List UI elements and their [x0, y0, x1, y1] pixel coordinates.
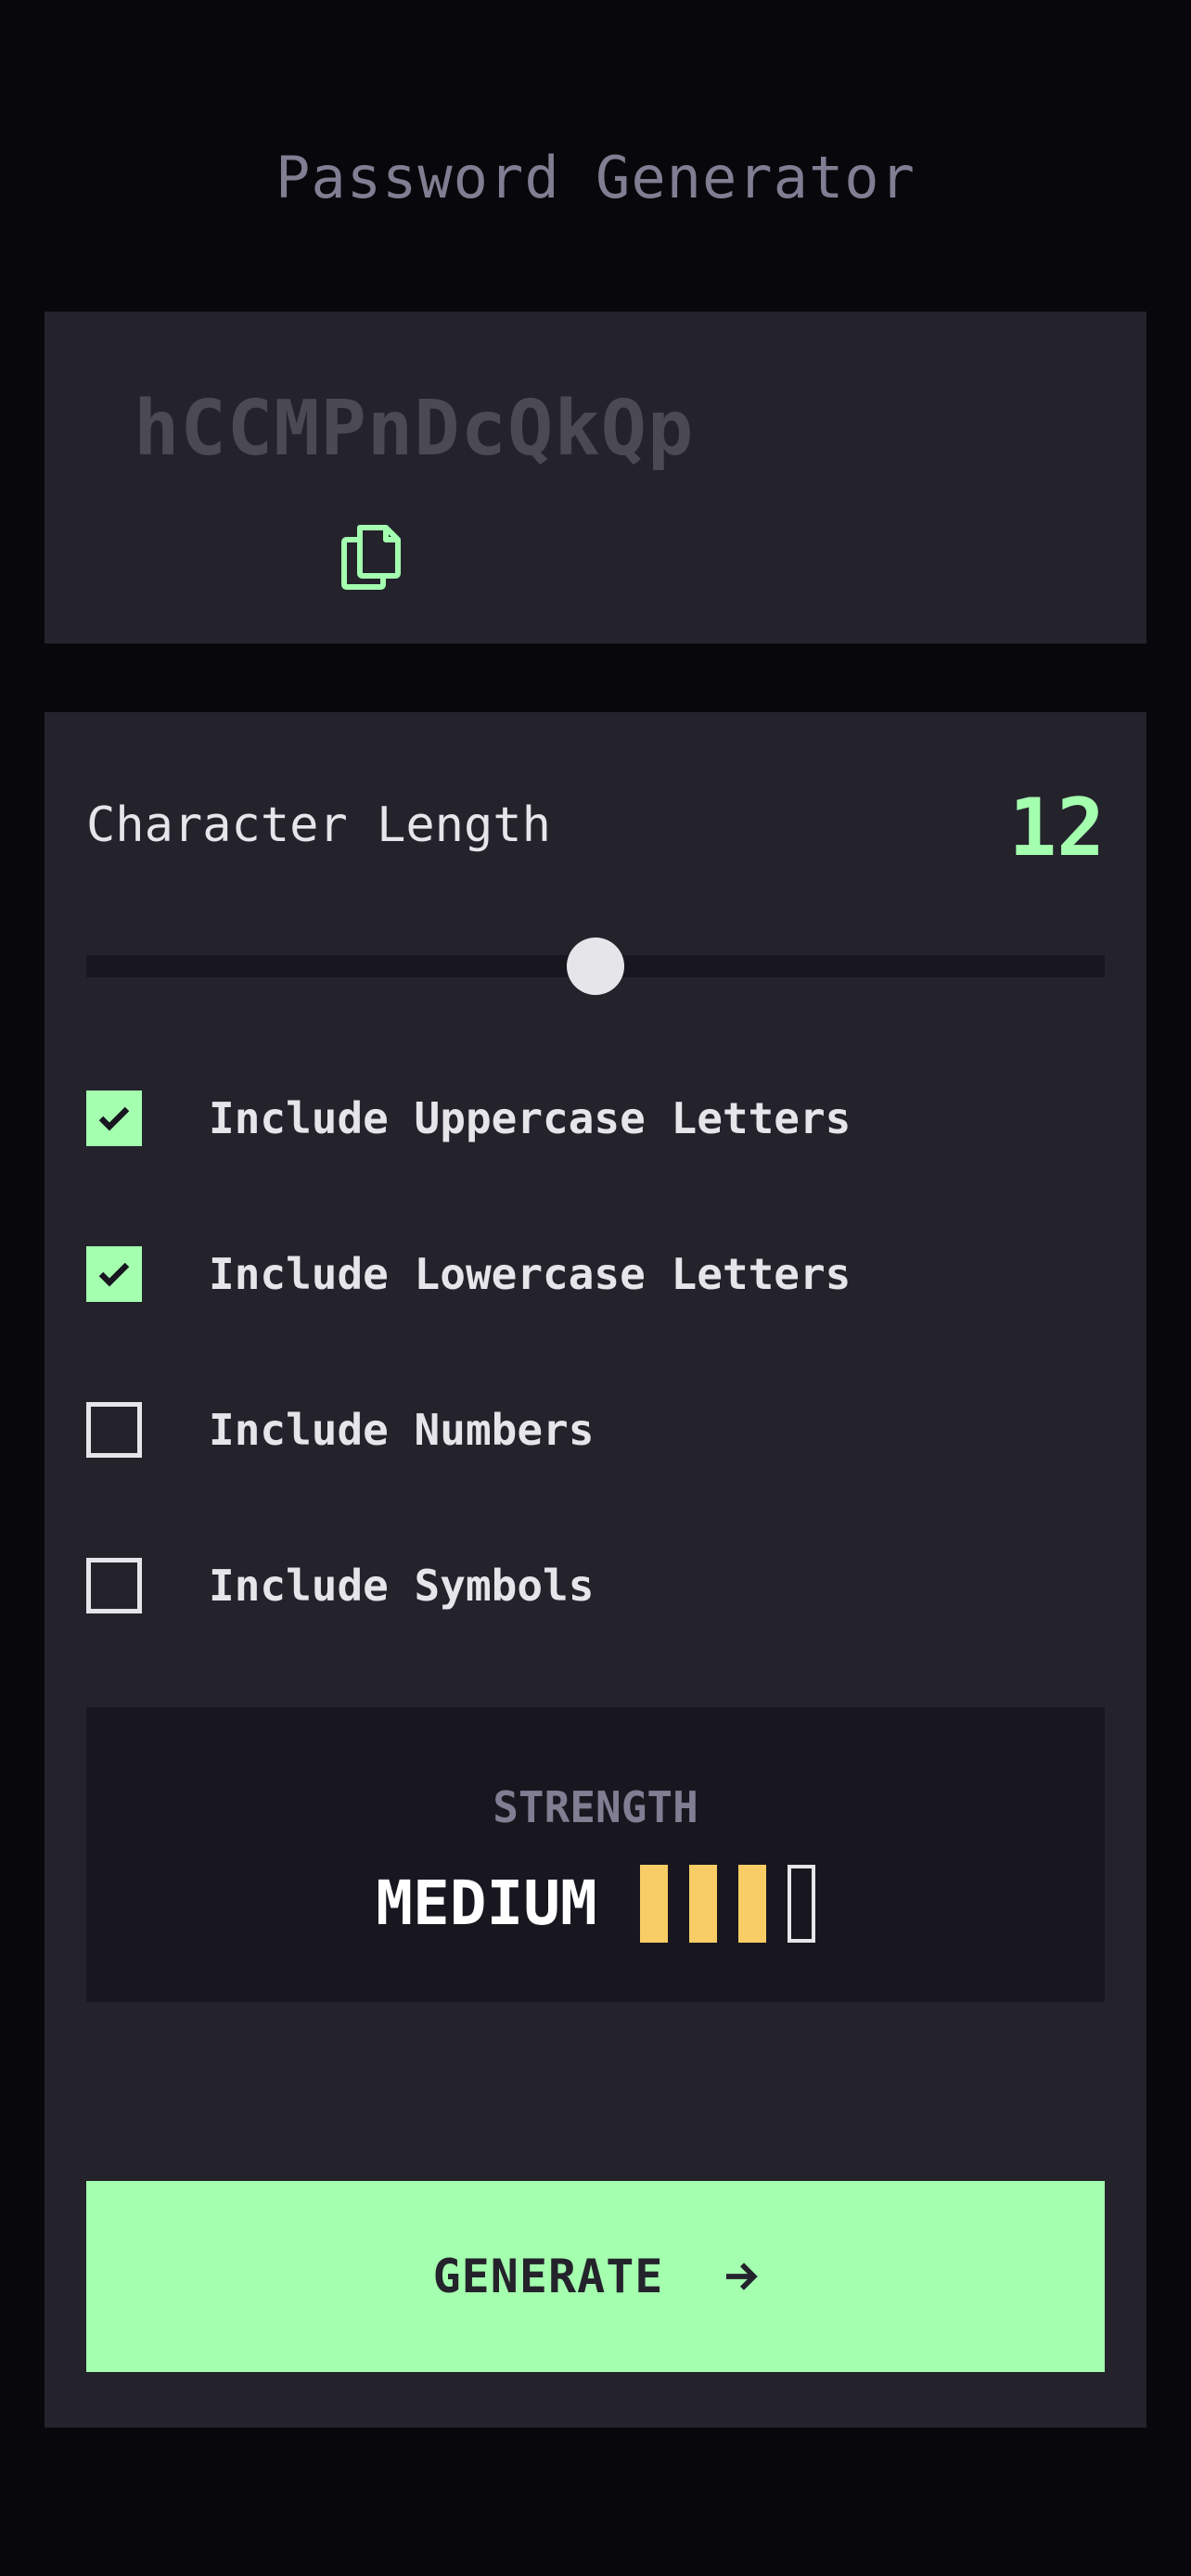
- lowercase-checkbox[interactable]: [86, 1246, 142, 1302]
- strength-bars: [639, 1865, 815, 1943]
- generate-button[interactable]: GENERATE: [86, 2181, 1105, 2372]
- copy-icon: [341, 525, 401, 590]
- check-icon: [98, 1106, 130, 1131]
- page-title: Password Generator: [275, 144, 916, 211]
- strength-bar: [737, 1865, 766, 1943]
- strength-bar: [787, 1865, 815, 1943]
- settings-panel: Character Length 12 Include Uppercase Le…: [45, 712, 1146, 2428]
- check-icon: [98, 1262, 130, 1287]
- strength-bar: [639, 1865, 668, 1943]
- option-symbols[interactable]: Include Symbols: [86, 1557, 594, 1614]
- generate-label: GENERATE: [432, 2250, 664, 2303]
- arrow-right-icon: [726, 2263, 759, 2290]
- lowercase-label: Include Lowercase Letters: [209, 1249, 852, 1299]
- uppercase-checkbox[interactable]: [86, 1090, 142, 1146]
- strength-row: MEDIUM: [86, 1865, 1105, 1943]
- option-uppercase[interactable]: Include Uppercase Letters: [86, 1090, 851, 1147]
- symbols-checkbox[interactable]: [86, 1558, 142, 1613]
- strength-label: STRENGTH: [493, 1782, 698, 1832]
- password-output-panel: hCCMPnDcQkQp: [45, 312, 1146, 644]
- option-numbers[interactable]: Include Numbers: [86, 1401, 594, 1459]
- length-slider-thumb[interactable]: [567, 937, 624, 995]
- strength-value: MEDIUM: [376, 1868, 597, 1939]
- symbols-label: Include Symbols: [209, 1561, 595, 1611]
- strength-meter: STRENGTH MEDIUM: [86, 1707, 1105, 2002]
- numbers-label: Include Numbers: [209, 1405, 595, 1455]
- password-display: hCCMPnDcQkQp: [134, 385, 695, 473]
- character-length-value: 12: [1008, 782, 1105, 874]
- numbers-checkbox[interactable]: [86, 1402, 142, 1458]
- copy-button[interactable]: [339, 523, 403, 592]
- uppercase-label: Include Uppercase Letters: [209, 1093, 852, 1143]
- strength-bar: [688, 1865, 717, 1943]
- option-lowercase[interactable]: Include Lowercase Letters: [86, 1245, 851, 1303]
- character-length-label: Character Length: [86, 797, 551, 853]
